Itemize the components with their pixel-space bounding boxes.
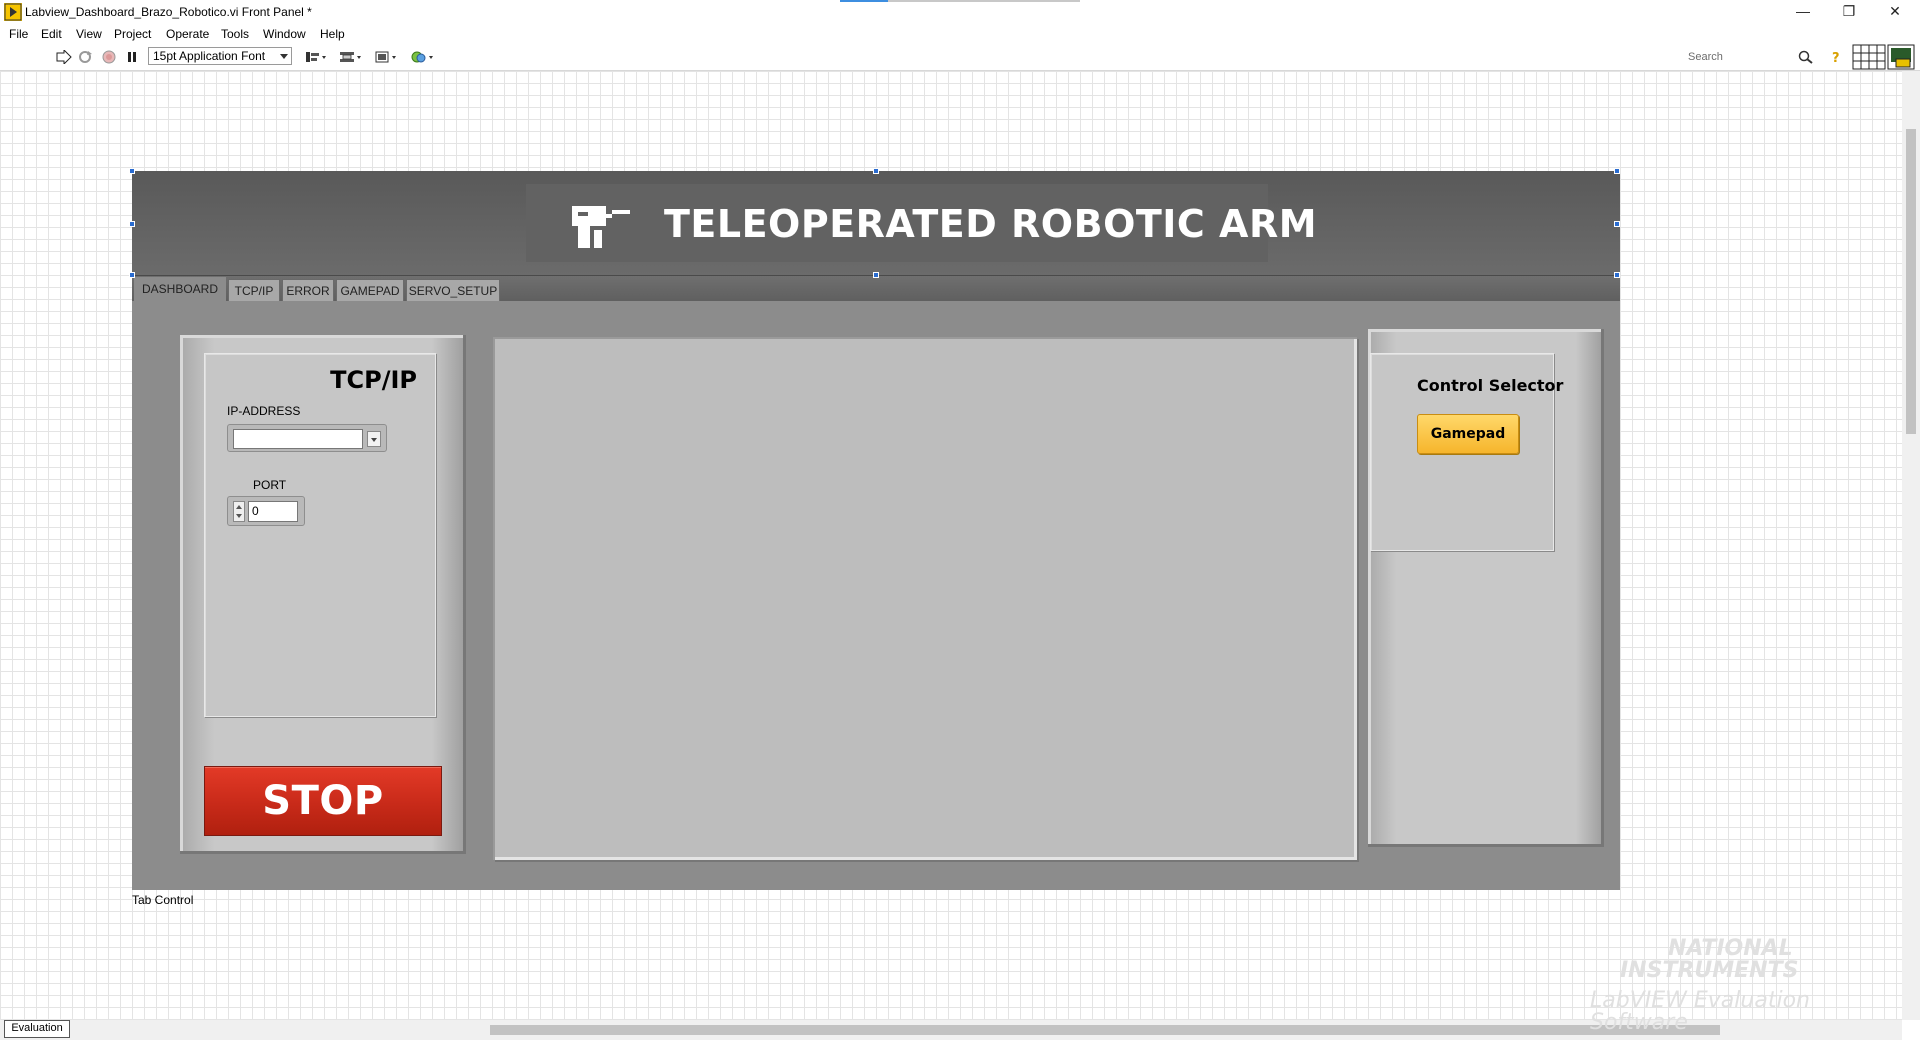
menu-help[interactable]: Help (320, 27, 345, 41)
pause-icon[interactable] (126, 50, 138, 64)
vertical-scrollbar[interactable] (1902, 71, 1920, 1020)
minimize-button[interactable]: — (1780, 0, 1826, 24)
selection-handle[interactable] (1614, 272, 1620, 278)
font-select[interactable]: 15pt Application Font (148, 47, 292, 65)
watermark-line-3: LabVIEW Evaluation Software (1590, 988, 1810, 1035)
menu-project[interactable]: Project (114, 27, 151, 41)
ip-address-combo[interactable] (227, 424, 387, 452)
selection-handle[interactable] (1614, 168, 1620, 174)
gamepad-button[interactable]: Gamepad (1417, 414, 1519, 454)
run-arrow-icon[interactable] (56, 50, 72, 64)
chevron-down-icon (371, 438, 377, 442)
banner-title: TELEOPERATED ROBOTIC ARM (664, 202, 1318, 246)
search-icon[interactable] (1798, 50, 1814, 64)
abort-execution-icon[interactable] (102, 50, 116, 64)
watermark-line-2: INSTRUMENTS (1620, 958, 1799, 983)
menu-tools[interactable]: Tools (221, 27, 249, 41)
tab-control[interactable]: TELEOPERATED ROBOTIC ARM DASHBOARD TCP/I… (132, 171, 1620, 890)
watermark-line-1: NATIONAL (1668, 936, 1793, 961)
window-titlebar: Labview_Dashboard_Brazo_Robotico.vi Fron… (0, 0, 1920, 24)
menu-view[interactable]: View (76, 27, 102, 41)
selection-handle[interactable] (129, 221, 135, 227)
tcp-ip-card: TCP/IP IP-ADDRESS PORT 0 (204, 353, 436, 717)
decrement-arrow-icon[interactable] (236, 514, 242, 518)
selection-handle[interactable] (1614, 221, 1620, 227)
header-logo-block: TELEOPERATED ROBOTIC ARM (526, 184, 1317, 262)
svg-text:?: ? (1832, 51, 1840, 64)
ip-address-label: IP-ADDRESS (227, 404, 301, 418)
header-banner: TELEOPERATED ROBOTIC ARM (132, 171, 1620, 275)
menu-edit[interactable]: Edit (41, 27, 62, 41)
align-objects-icon[interactable] (304, 50, 328, 64)
font-select-value: 15pt Application Font (153, 49, 266, 63)
main-display-area (493, 337, 1357, 860)
chevron-down-icon (280, 54, 288, 59)
selection-handle[interactable] (873, 272, 879, 278)
menu-operate[interactable]: Operate (166, 27, 209, 41)
selection-handle[interactable] (129, 168, 135, 174)
title-progress-indicator (840, 0, 1080, 2)
search-input[interactable]: Search (1688, 48, 1800, 66)
dashboard-tab-page: TCP/IP IP-ADDRESS PORT 0 STOP Control Se… (132, 301, 1620, 890)
menu-file[interactable]: File (9, 27, 28, 41)
right-decoration-panel: Control Selector Gamepad (1368, 329, 1604, 847)
window-title: Labview_Dashboard_Brazo_Robotico.vi Fron… (25, 5, 312, 19)
evaluation-tab[interactable]: Evaluation (4, 1020, 70, 1038)
tab-gamepad[interactable]: GAMEPAD (336, 279, 404, 301)
tab-strip: DASHBOARD TCP/IP ERROR GAMEPAD SERVO_SET… (132, 275, 1620, 302)
control-selector-title: Control Selector (1417, 376, 1564, 395)
port-label: PORT (253, 478, 287, 492)
control-selector-card: Control Selector Gamepad (1370, 353, 1563, 551)
stop-button[interactable]: STOP (204, 766, 442, 836)
run-continuously-icon[interactable] (77, 50, 93, 64)
increment-arrow-icon[interactable] (236, 505, 242, 509)
ni-evaluation-watermark: NATIONAL INSTRUMENTS LabVIEW Evaluation … (1580, 936, 1900, 1034)
search-placeholder: Search (1688, 51, 1723, 63)
toolbar: 15pt Application Font Search ? (0, 44, 1920, 71)
port-increment-decrement[interactable] (233, 501, 245, 522)
selection-handle[interactable] (873, 168, 879, 174)
restore-button[interactable]: ❐ (1826, 0, 1872, 24)
help-icon[interactable]: ? (1830, 50, 1842, 64)
tab-tcp-ip[interactable]: TCP/IP (228, 279, 280, 301)
port-field[interactable]: 0 (248, 501, 298, 522)
vertical-scroll-thumb[interactable] (1906, 129, 1916, 434)
menu-bar: File Edit View Project Operate Tools Win… (0, 24, 1920, 44)
resize-objects-icon[interactable] (374, 50, 398, 64)
tab-control-label: Tab Control (132, 893, 194, 907)
tab-error[interactable]: ERROR (282, 279, 334, 301)
ip-address-field[interactable] (233, 429, 363, 449)
ip-dropdown-button[interactable] (367, 431, 381, 447)
vi-connector-pane-icon[interactable] (1852, 44, 1916, 70)
selection-handle[interactable] (129, 272, 135, 278)
reorder-icon[interactable] (410, 50, 436, 64)
menu-window[interactable]: Window (263, 27, 306, 41)
distribute-objects-icon[interactable] (339, 50, 363, 64)
tcp-ip-title: TCP/IP (330, 366, 417, 394)
labview-app-icon (4, 3, 22, 21)
horizontal-scroll-thumb[interactable] (490, 1025, 1720, 1035)
drill-icon (572, 206, 630, 248)
tab-dashboard[interactable]: DASHBOARD (134, 277, 226, 302)
tab-servo-setup[interactable]: SERVO_SETUP (406, 279, 500, 301)
close-button[interactable]: ✕ (1872, 0, 1918, 24)
port-numeric-control[interactable]: 0 (227, 496, 305, 526)
left-decoration-panel: TCP/IP IP-ADDRESS PORT 0 STOP (180, 335, 466, 854)
